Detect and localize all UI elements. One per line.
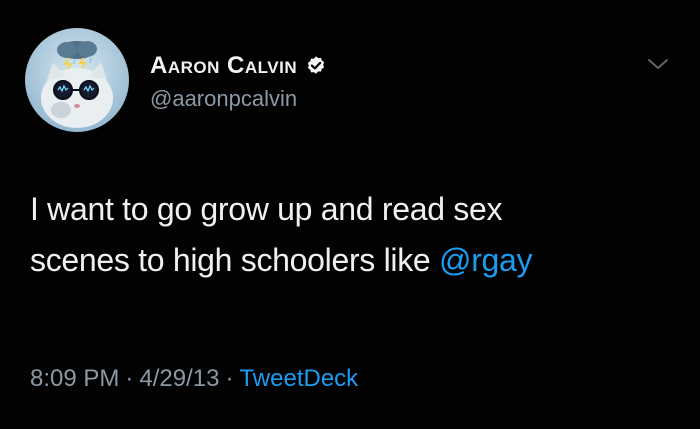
verified-badge-icon — [308, 56, 325, 74]
storm-cloud-icon — [57, 41, 97, 71]
user-handle[interactable]: @aaronpcalvin — [150, 86, 327, 112]
cat-avatar-icon — [41, 41, 113, 128]
tweet-card: Aaron Calvin @aaronpcalvin I want to go … — [0, 0, 700, 429]
tweet-meta: 8:09 PM · 4/29/13 · TweetDeck — [30, 364, 358, 394]
name-row: Aaron Calvin — [150, 52, 327, 80]
tweet-text-line-1: I want to go grow up and read sex — [30, 191, 503, 227]
tweet-text-line-2: scenes to high schoolers like @rgay — [30, 235, 670, 286]
user-header: Aaron Calvin @aaronpcalvin — [150, 52, 327, 112]
tweet-date[interactable]: 4/29/13 — [139, 365, 219, 392]
tweet-source-link[interactable]: TweetDeck — [239, 365, 358, 392]
meta-separator: · — [225, 365, 234, 392]
chevron-down-icon[interactable] — [646, 56, 670, 72]
display-name[interactable]: Aaron Calvin — [150, 52, 297, 80]
tweet-text: I want to go grow up and read sex scenes… — [30, 184, 670, 286]
mention-link[interactable]: @rgay — [439, 242, 533, 278]
tweet-time[interactable]: 8:09 PM — [30, 365, 119, 392]
tweet-text-line-2-body: scenes to high schoolers like — [30, 242, 440, 278]
meta-separator: · — [125, 365, 134, 392]
avatar[interactable] — [25, 28, 129, 132]
